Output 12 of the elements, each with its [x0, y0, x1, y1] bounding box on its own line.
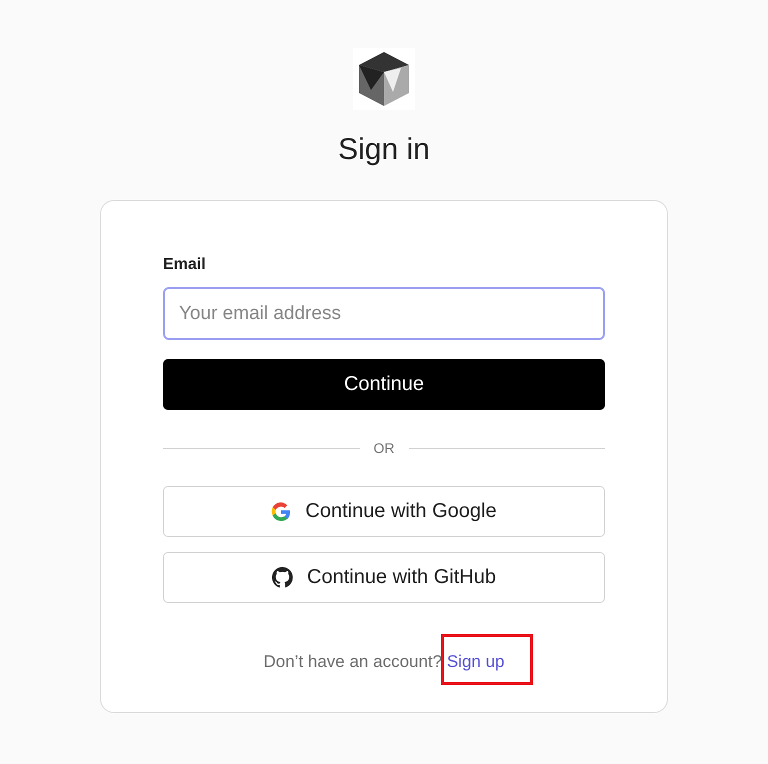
email-field[interactable]: Your email address	[163, 287, 605, 340]
google-icon	[271, 502, 292, 522]
cube-logo-icon	[357, 50, 411, 108]
or-divider-text: OR	[374, 440, 394, 456]
continue-button[interactable]: Continue	[163, 359, 605, 410]
github-sign-in-button[interactable]: Continue with GitHub	[163, 552, 605, 603]
github-icon	[272, 567, 293, 588]
email-label: Email	[163, 255, 206, 275]
sign-up-link[interactable]: Sign up	[446, 652, 505, 671]
google-sign-in-button[interactable]: Continue with Google	[163, 486, 605, 537]
no-account-text: Don’t have an account?	[263, 652, 442, 671]
page-title: Sign in	[338, 132, 430, 168]
